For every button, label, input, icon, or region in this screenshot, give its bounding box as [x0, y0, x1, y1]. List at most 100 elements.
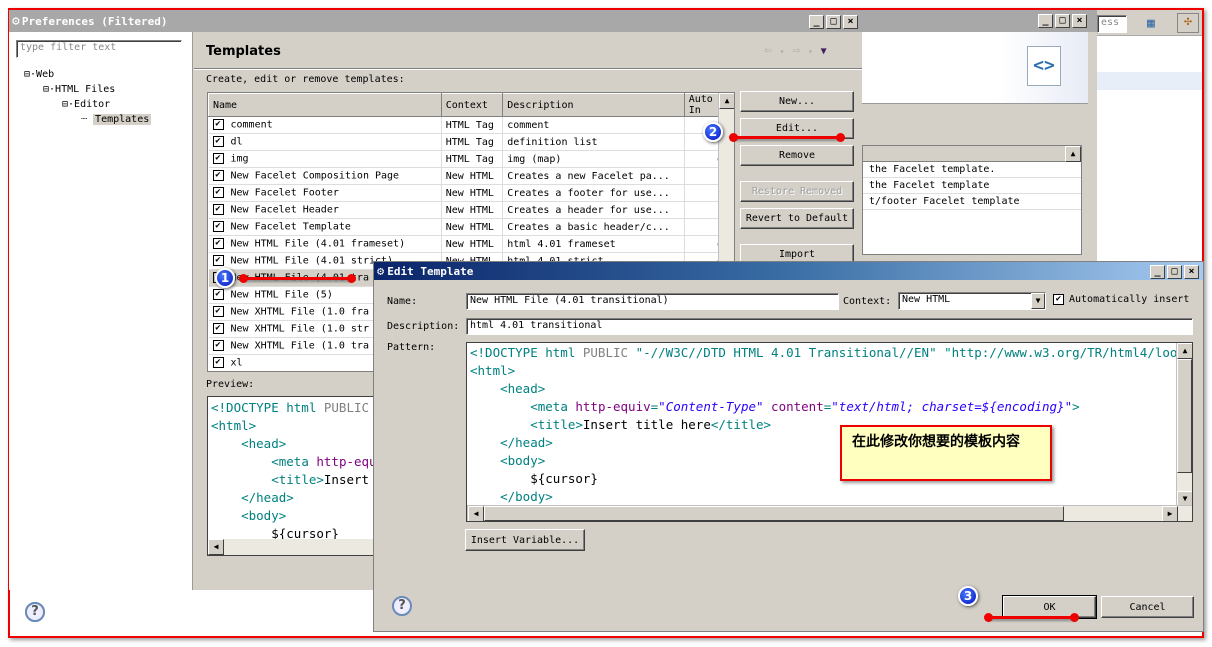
close-button[interactable]: × — [1072, 14, 1087, 28]
filter-input[interactable]: type filter text — [16, 40, 182, 58]
template-description: Creates a new Facelet pa... — [502, 167, 685, 185]
revert-to-default-button[interactable]: Revert to Default — [740, 208, 854, 229]
description-input[interactable]: html 4.01 transitional — [466, 318, 1193, 335]
table-row[interactable]: ✔ dl HTML Tag definition list — [208, 133, 734, 151]
scroll-up-arrow[interactable]: ▲ — [1177, 343, 1192, 359]
scroll-left-arrow[interactable]: ◀ — [468, 506, 484, 521]
close-button[interactable]: × — [843, 14, 858, 29]
template-name-text: New HTML File (4.01 strict) — [230, 255, 394, 267]
template-name: ✔ New Facelet Footer — [208, 184, 442, 202]
table-row[interactable]: ✔ New Facelet Footer New HTML Creates a foo… — [208, 184, 734, 202]
preview-horizontal-scrollbar[interactable]: ◀ — [208, 539, 376, 555]
tree-item-templates[interactable]: ┈ Templates — [24, 112, 152, 127]
remove-button[interactable]: Remove — [740, 145, 854, 166]
checkbox-checked-icon[interactable]: ✔ — [212, 170, 224, 182]
name-input[interactable]: New HTML File (4.01 transitional) — [466, 293, 839, 310]
ide-search-input[interactable]: ess — [1097, 15, 1127, 33]
checkbox-checked-icon[interactable]: ✔ — [212, 204, 224, 216]
minimize-button[interactable]: _ — [809, 14, 824, 29]
close-button[interactable]: × — [1184, 264, 1199, 279]
column-header-context[interactable]: Context — [440, 93, 504, 117]
auto-insert-checkbox[interactable]: ✔ Automatically insert — [1053, 294, 1189, 305]
tree-item-html-files[interactable]: ⊟·HTML Files — [24, 82, 151, 97]
checkbox-checked-icon[interactable]: ✔ — [212, 153, 224, 165]
step-badge-2: 2 — [703, 122, 723, 142]
maximize-button[interactable]: □ — [1167, 264, 1182, 279]
checkbox-checked-icon[interactable]: ✔ — [212, 306, 224, 318]
tree-item-web[interactable]: ⊟·Web — [24, 67, 151, 82]
checkbox-checked-icon[interactable]: ✔ — [212, 187, 224, 199]
checkbox-checked-icon[interactable]: ✔ — [212, 289, 224, 301]
forward-icon[interactable]: ⇨ — [792, 43, 800, 58]
ok-button[interactable]: OK — [1002, 595, 1097, 619]
pattern-editor[interactable]: <!DOCTYPE html PUBLIC "-//W3C//DTD HTML … — [466, 342, 1193, 522]
pattern-code[interactable]: <!DOCTYPE html PUBLIC "-//W3C//DTD HTML … — [467, 343, 1192, 507]
preferences-help-icon[interactable]: ? — [25, 602, 45, 622]
checkbox-checked-icon[interactable]: ✔ — [212, 357, 224, 369]
pattern-vertical-scrollbar[interactable]: ▲ ▼ — [1176, 343, 1192, 507]
table-row[interactable]: ✔commentHTML Tagcommenton — [208, 116, 734, 134]
column-header-description[interactable]: Description — [502, 93, 685, 117]
minimize-button[interactable]: _ — [1150, 264, 1165, 279]
checkbox-checked-icon[interactable]: ✔ — [212, 255, 224, 267]
scroll-left-arrow[interactable]: ◀ — [208, 539, 224, 555]
template-description: Creates a basic header/c... — [502, 218, 685, 236]
template-name-text: New HTML File (5) — [230, 289, 333, 301]
background-table: the Facelet template. the Facelet templa… — [862, 145, 1082, 255]
template-name: ✔ New Facelet Composition Page — [208, 167, 442, 185]
template-description: Creates a header for use... — [502, 201, 685, 219]
background-row[interactable]: t/footer Facelet template — [863, 194, 1081, 210]
table-row[interactable]: ✔ New HTML File (4.01 frameset) New HTML ht… — [208, 235, 734, 253]
chevron-down-icon[interactable]: ▼ — [1031, 293, 1045, 309]
scroll-thumb[interactable] — [484, 506, 1064, 521]
checkbox-checked-icon[interactable]: ✔ — [212, 119, 224, 131]
cancel-button[interactable]: Cancel — [1101, 596, 1194, 618]
checkbox-checked-icon[interactable]: ✔ — [212, 221, 224, 233]
template-context: HTML Tag — [441, 133, 504, 151]
maximize-button[interactable]: □ — [826, 14, 841, 29]
auto-insert-label: Automatically insert — [1069, 294, 1190, 305]
perspective-icon[interactable]: ✣ — [1177, 13, 1199, 33]
scroll-thumb[interactable] — [1177, 359, 1192, 473]
name-label: Name: — [387, 296, 418, 307]
column-header-name[interactable]: Name — [208, 93, 442, 117]
template-description: definition list — [502, 133, 685, 151]
context-value: New HTML — [902, 294, 951, 305]
maximize-button[interactable]: □ — [1055, 14, 1070, 28]
insert-variable-button[interactable]: Insert Variable... — [465, 529, 585, 551]
pattern-horizontal-scrollbar[interactable]: ◀ ▶ — [467, 505, 1192, 521]
background-row[interactable]: the Facelet template. — [863, 162, 1081, 178]
checkbox-checked-icon[interactable]: ✔ — [212, 323, 224, 335]
view-menu-icon[interactable]: ▼ — [821, 46, 827, 57]
checkbox-checked-icon[interactable]: ✔ — [212, 136, 224, 148]
ide-toolbar: ess ▦ ✣ — [1097, 10, 1202, 36]
page-title: Templates — [206, 44, 281, 59]
template-context: HTML Tag — [441, 150, 504, 168]
scroll-right-arrow[interactable]: ▶ — [1162, 506, 1178, 521]
new-button[interactable]: New... — [740, 91, 854, 112]
template-name-text: New XHTML File (1.0 str — [230, 323, 369, 335]
table-row[interactable]: ✔ New Facelet Composition Page New HTML Cre… — [208, 167, 734, 185]
templates-intro: Create, edit or remove templates: — [206, 74, 405, 85]
template-name-text: New HTML File (4.01 frameset) — [230, 238, 406, 250]
tree-item-editor[interactable]: ⊟·Editor — [24, 97, 151, 112]
background-titlebar: _ □ × — [862, 10, 1097, 32]
background-row[interactable]: the Facelet template — [863, 178, 1081, 194]
preferences-tree-pane: type filter text ⊟·Web ⊟·HTML Files ⊟·Ed… — [9, 32, 193, 590]
scroll-up-arrow[interactable]: ▲ — [1065, 146, 1081, 162]
checkbox-checked-icon[interactable]: ✔ — [212, 340, 224, 352]
table-row[interactable]: ✔ New Facelet Template New HTML Creates a b… — [208, 218, 734, 236]
layout-icon[interactable]: ▦ — [1147, 16, 1155, 31]
context-select[interactable]: New HTML ▼ — [898, 292, 1046, 310]
minimize-button[interactable]: _ — [1038, 14, 1053, 28]
help-icon[interactable]: ? — [392, 596, 412, 616]
eclipse-icon: ⚙ — [12, 13, 20, 29]
table-row[interactable]: ✔imgHTML Tagimg (map)on — [208, 150, 734, 168]
checkbox-checked-icon[interactable]: ✔ — [1053, 294, 1064, 305]
scroll-up-arrow[interactable]: ▲ — [719, 93, 734, 109]
restore-removed-button[interactable]: Restore Removed — [740, 181, 854, 202]
table-row[interactable]: ✔ New Facelet Header New HTML Creates a hea… — [208, 201, 734, 219]
checkbox-checked-icon[interactable]: ✔ — [212, 238, 224, 250]
template-name-text: New Facelet Header — [230, 204, 339, 216]
back-icon[interactable]: ⇦ — [764, 43, 772, 58]
